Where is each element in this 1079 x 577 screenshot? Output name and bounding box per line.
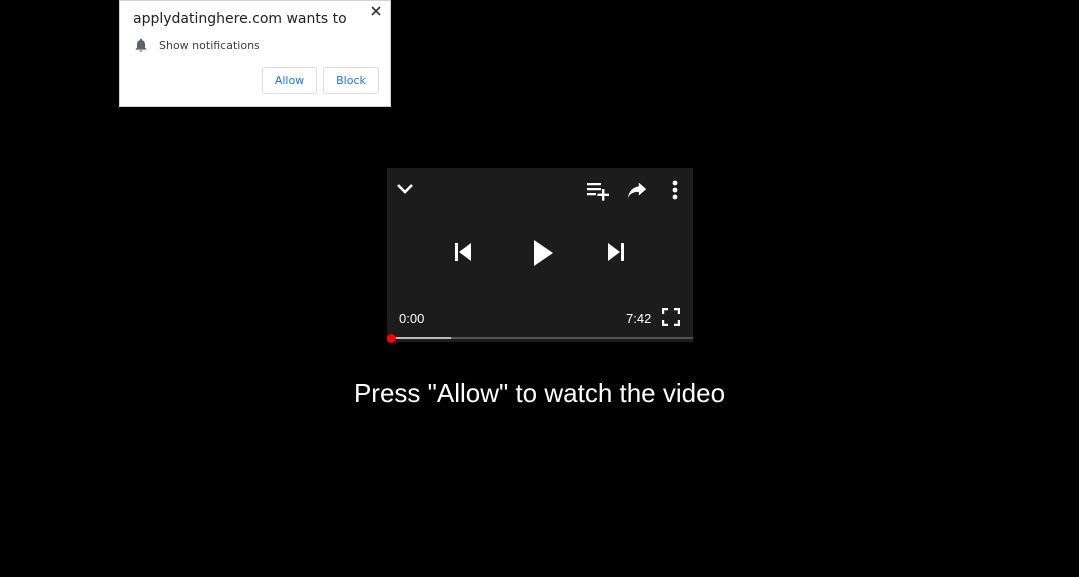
permission-row: Show notifications xyxy=(133,37,260,53)
allow-button[interactable]: Allow xyxy=(262,67,317,94)
notification-permission-popup: applydatinghere.com wants to Show notifi… xyxy=(119,0,391,107)
video-player[interactable]: 0:00 7:42 xyxy=(387,168,693,343)
block-button[interactable]: Block xyxy=(323,67,379,94)
current-time: 0:00 xyxy=(399,311,425,326)
instruction-caption: Press "Allow" to watch the video xyxy=(353,378,726,408)
playlist-add-icon[interactable] xyxy=(585,178,609,202)
chevron-down-icon[interactable] xyxy=(394,178,416,200)
play-icon[interactable] xyxy=(530,238,556,268)
fullscreen-icon[interactable] xyxy=(661,307,681,327)
page: applydatinghere.com wants to Show notifi… xyxy=(0,0,1079,577)
close-icon[interactable] xyxy=(368,3,384,19)
share-icon[interactable] xyxy=(626,179,648,201)
progress-bar[interactable] xyxy=(391,337,693,339)
popup-title: applydatinghere.com wants to xyxy=(133,11,347,27)
progress-buffered xyxy=(391,337,452,339)
more-vert-icon[interactable] xyxy=(667,178,683,202)
skip-previous-icon[interactable] xyxy=(453,241,473,263)
skip-next-icon[interactable] xyxy=(606,241,626,263)
progress-scrubber[interactable] xyxy=(387,334,396,343)
duration: 7:42 xyxy=(626,311,652,326)
bell-icon xyxy=(133,37,149,53)
permission-label: Show notifications xyxy=(159,38,260,52)
